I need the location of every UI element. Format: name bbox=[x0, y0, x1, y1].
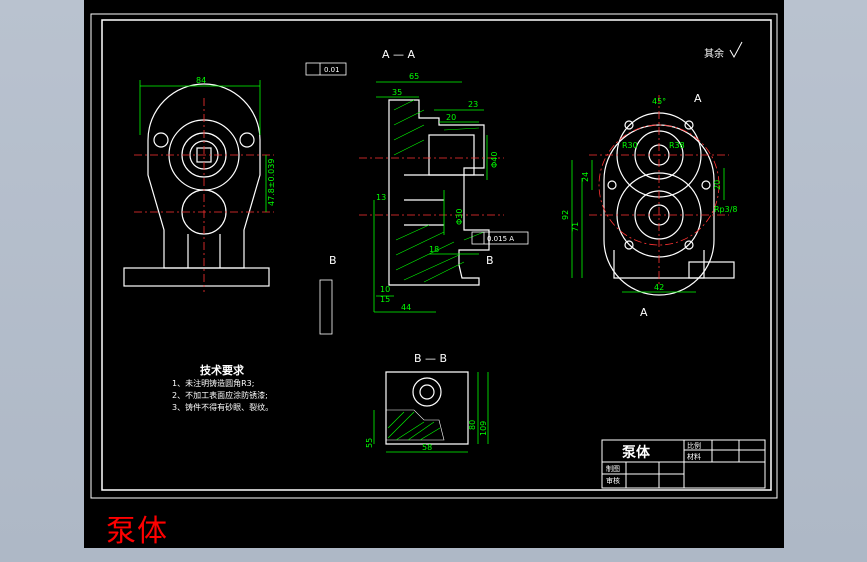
cut-marker-b-left: B bbox=[329, 254, 337, 267]
dim-r38: R38 bbox=[669, 141, 685, 150]
section-aa-body bbox=[388, 99, 490, 286]
dim-10: 10 bbox=[380, 285, 390, 294]
left-view-centerlines bbox=[134, 98, 274, 292]
dim-thread: Rp3/8 bbox=[714, 205, 738, 214]
dim-84: 84 bbox=[196, 76, 206, 85]
right-view-centerlines bbox=[589, 95, 729, 285]
dim-42: 42 bbox=[654, 283, 664, 292]
dim-58: 58 bbox=[422, 443, 432, 452]
tech-req-item-2: 2、不加工表面应涂防锈漆; bbox=[172, 391, 268, 400]
right-view-dims bbox=[571, 160, 725, 293]
dim-18: 18 bbox=[429, 245, 439, 254]
roughness-note: 其余 bbox=[704, 47, 724, 60]
cut-marker-a-top: A bbox=[694, 92, 702, 105]
dim-80: 80 bbox=[468, 420, 477, 430]
dim-44: 44 bbox=[401, 303, 411, 312]
title-review-label: 审核 bbox=[606, 477, 620, 485]
tolerance-frame-perp bbox=[319, 279, 333, 335]
section-bb-hatch bbox=[385, 409, 445, 441]
title-scale-label: 比例 bbox=[687, 442, 701, 450]
tech-req-title: 技术要求 bbox=[200, 364, 244, 377]
dim-55: 55 bbox=[365, 438, 374, 448]
dim-d40: Φ40 bbox=[490, 152, 499, 168]
left-view-dims bbox=[139, 80, 267, 212]
dim-24: 24 bbox=[581, 172, 590, 182]
dim-65: 65 bbox=[409, 72, 419, 81]
dim-35: 35 bbox=[392, 88, 402, 97]
dim-109: 109 bbox=[479, 421, 488, 436]
roughness-check-icon bbox=[729, 41, 743, 59]
title-material-label: 材料 bbox=[687, 453, 701, 461]
cut-marker-a-bottom: A bbox=[640, 306, 648, 319]
left-view bbox=[123, 83, 270, 287]
dim-13: 13 bbox=[376, 193, 386, 202]
dim-20-right: 20 bbox=[713, 180, 722, 190]
tech-req-item-3: 3、铸件不得有砂眼、裂纹。 bbox=[172, 403, 274, 412]
section-aa-label: A — A bbox=[382, 48, 416, 61]
dim-45deg: 45° bbox=[652, 97, 666, 106]
dim-92: 92 bbox=[561, 210, 570, 220]
tech-req-item-1: 1、未注明铸造圆角R3; bbox=[172, 379, 255, 388]
section-bb-label: B — B bbox=[414, 352, 447, 365]
section-bb-body bbox=[385, 371, 469, 445]
dim-71: 71 bbox=[571, 222, 580, 232]
dim-r30: R30 bbox=[622, 141, 638, 150]
cad-drawing: 84 47.8±0.039 A — A 65 35 23 20 Φ40 Φ30 … bbox=[90, 13, 778, 499]
sheet-border-outer bbox=[90, 13, 778, 499]
tolerance-flatness-value: 0.01 bbox=[324, 66, 340, 74]
dim-15: 15 bbox=[380, 295, 390, 304]
cut-marker-b-right: B bbox=[486, 254, 494, 267]
drawing-viewport[interactable]: 84 47.8±0.039 A — A 65 35 23 20 Φ40 Φ30 … bbox=[84, 0, 784, 549]
dim-left-height: 47.8±0.039 bbox=[267, 159, 276, 206]
title-part-name: 泵体 bbox=[622, 445, 650, 461]
title-draw-label: 制图 bbox=[606, 465, 620, 473]
dim-d30: Φ30 bbox=[455, 209, 464, 225]
dim-23: 23 bbox=[468, 100, 478, 109]
section-aa-hatch bbox=[393, 99, 485, 283]
tolerance-parallel-value: 0.015 A bbox=[487, 235, 514, 243]
section-aa-centerlines bbox=[359, 157, 504, 216]
drawing-caption: 泵体 bbox=[106, 514, 168, 549]
dim-20: 20 bbox=[446, 113, 456, 122]
